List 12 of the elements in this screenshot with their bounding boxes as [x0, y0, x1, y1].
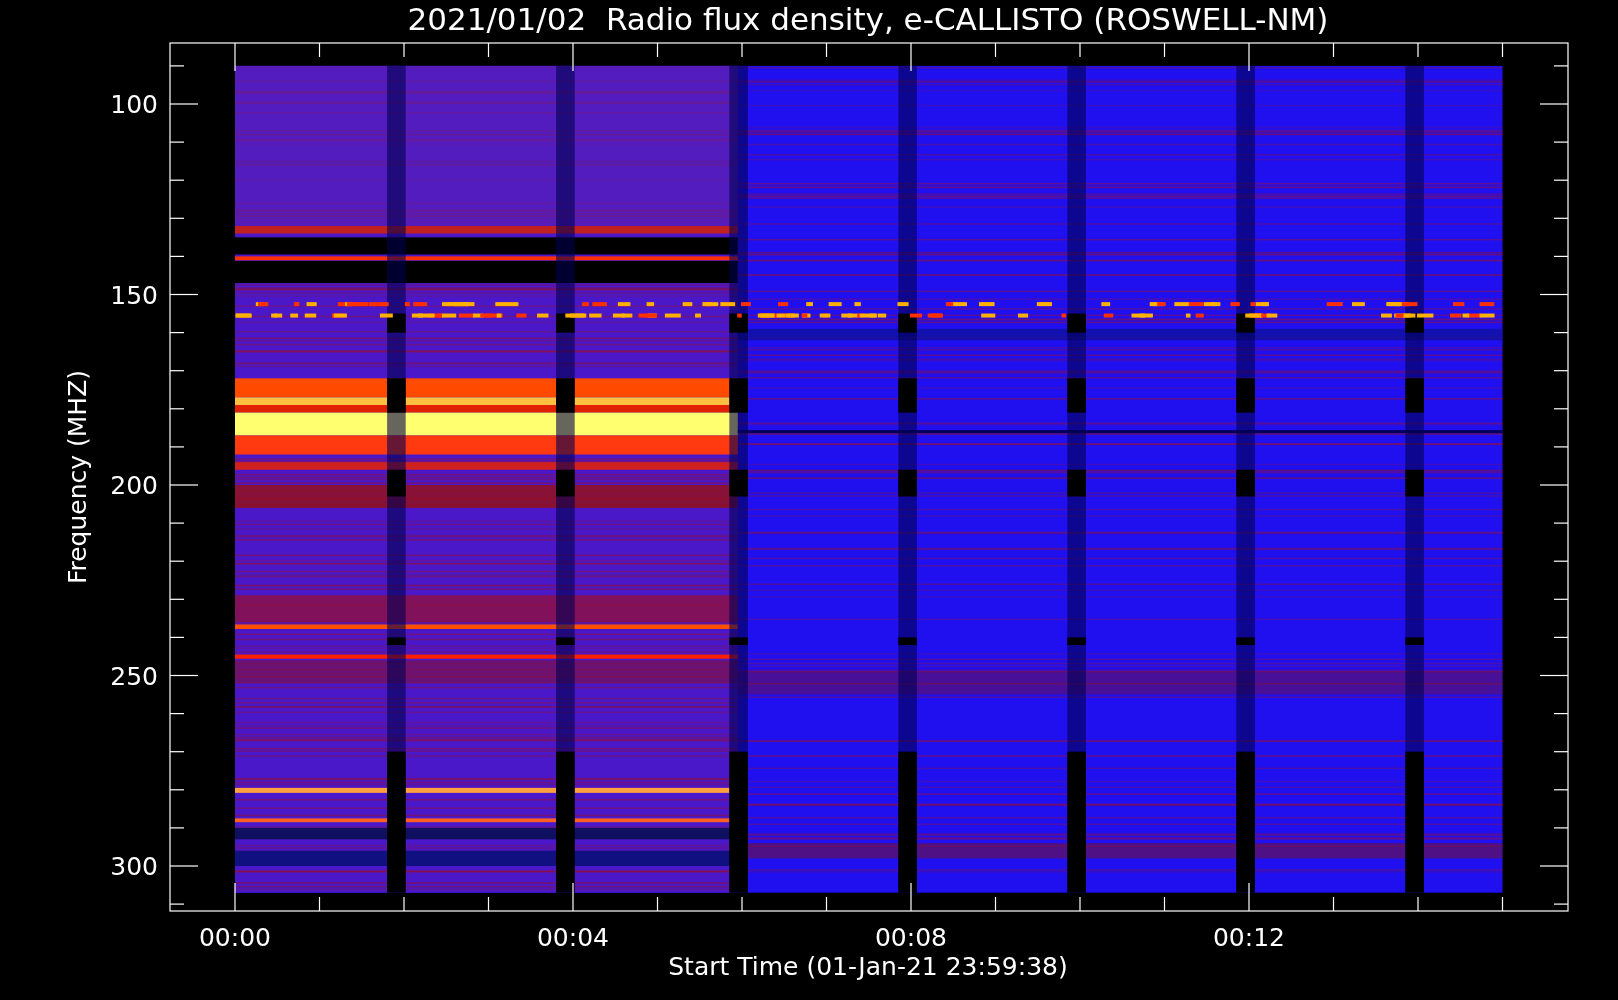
chart-title: 2021/01/02 Radio flux density, e-CALLISTO (ROSWELL-NM) [407, 1, 1329, 37]
y-tick-label: 250 [110, 661, 158, 691]
y-tick-label: 300 [110, 852, 158, 881]
y-tick-label: 200 [110, 471, 158, 500]
x-axis-label: Start Time (01-Jan-21 23:59:38) [668, 952, 1068, 981]
y-tick-label: 150 [110, 280, 158, 310]
y-tick-label: 100 [110, 90, 158, 119]
x-tick-label: 00:08 [875, 923, 947, 952]
x-tick-label: 00:12 [1213, 923, 1285, 952]
x-tick-label: 00:04 [537, 923, 609, 952]
y-axis-label: Frequency (MHZ) [63, 369, 92, 585]
x-tick-label: 00:00 [199, 923, 271, 952]
